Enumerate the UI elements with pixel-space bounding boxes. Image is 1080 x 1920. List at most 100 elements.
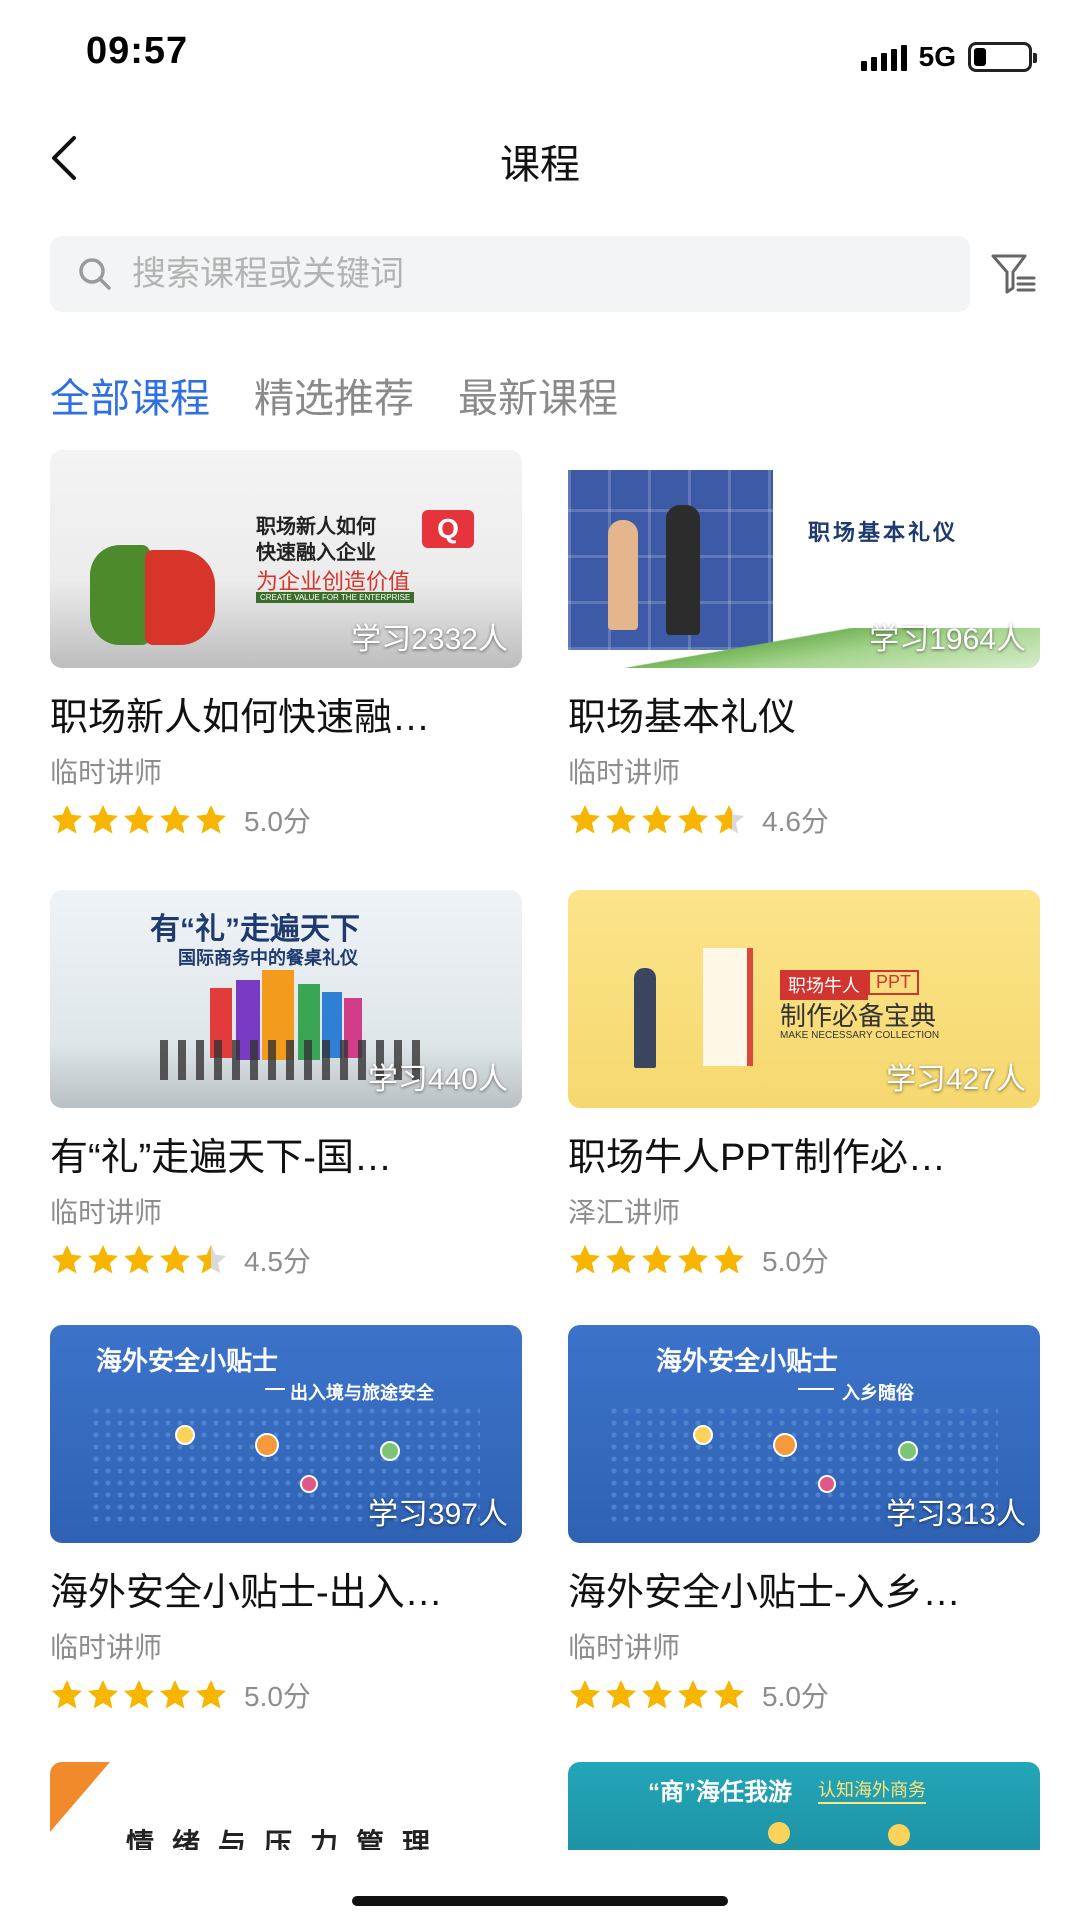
course-card[interactable]: 有“礼”走遍天下 国际商务中的餐桌礼仪 学习440人 有“礼”走遍天下-国… 临… [50,890,522,1277]
star-icon [124,805,154,834]
star-icon [714,1680,744,1709]
star-icon [606,805,636,834]
course-rating: 4.6分 [568,803,1040,837]
learner-count: 学习440人 [367,1063,508,1096]
course-teacher: 临时讲师 [568,1632,681,1663]
course-thumbnail: 职场新人如何 快速融入企业 为企业创造价值 CREATE VALUE FOR T… [50,450,522,668]
course-thumbnail: 海外安全小贴士 入乡随俗 学习313人 [568,1325,1040,1543]
course-thumbnail: “商”海任我游 认知海外商务 [568,1762,1040,1850]
thumb-text: 出入境与旅途安全 [290,1383,434,1403]
star-icon [52,805,82,834]
course-rating: 5.0分 [568,1678,1040,1712]
status-indicators: 5G [860,40,1037,74]
thumb-text: 海外安全小贴士 [96,1346,279,1376]
tab-all-courses[interactable]: 全部课程 [50,366,210,426]
course-card[interactable]: 海外安全小贴士 入乡随俗 学习313人 海外安全小贴士-入乡… 临时讲师 5.0… [568,1325,1040,1712]
star-icon [642,1245,672,1274]
tab-latest[interactable]: 最新课程 [458,366,618,426]
search-box[interactable] [50,236,970,312]
star-icon [570,1245,600,1274]
thumb-text: 快速融入企业 [256,542,376,564]
apple-image [145,550,215,645]
course-title: 职场基本礼仪 [568,697,797,739]
thumb-text: 入乡随俗 [842,1383,914,1403]
thumb-text: 职场新人如何 [256,516,376,538]
thumb-text: 国际商务中的餐桌礼仪 [178,948,358,968]
learner-count: 学习427人 [885,1063,1026,1096]
thumb-text: PPT [868,970,920,995]
star-icon [570,805,600,834]
course-card[interactable]: 职场新人如何 快速融入企业 为企业创造价值 CREATE VALUE FOR T… [50,450,522,837]
course-card-partial[interactable]: “商”海任我游 认知海外商务 [568,1762,1040,1850]
course-rating: 5.0分 [568,1243,1040,1277]
star-icon [88,1680,118,1709]
search-icon [76,255,114,293]
course-teacher: 泽汇讲师 [568,1197,681,1228]
learner-count: 学习397人 [367,1498,508,1531]
tab-featured[interactable]: 精选推荐 [254,366,414,426]
course-title: 职场新人如何快速融… [50,697,431,739]
person-image [634,968,656,1068]
course-title: 有“礼”走遍天下-国… [50,1137,392,1179]
course-thumbnail: 海外安全小贴士 出入境与旅途安全 学习397人 [50,1325,522,1543]
star-icon [678,1245,708,1274]
star-icon [160,1245,190,1274]
signal-icon [860,43,907,71]
star-icon [642,805,672,834]
network-type: 5G [918,41,956,72]
star-icon [606,1245,636,1274]
thumb-text: 有“礼”走遍天下 [150,913,360,946]
star-icon [714,1245,744,1274]
star-icon [196,805,226,834]
course-thumbnail: 职场牛人 PPT 制作必备宝典 MAKE NECESSARY COLLECTIO… [568,890,1040,1108]
book-image [703,948,753,1066]
star-icon [642,1680,672,1709]
thumb-text: 海外安全小贴士 [656,1346,839,1376]
course-teacher: 临时讲师 [50,1197,163,1228]
status-time: 09:57 [86,30,189,72]
pepper-image [90,545,150,645]
star-icon [124,1245,154,1274]
course-card[interactable]: 职场牛人 PPT 制作必备宝典 MAKE NECESSARY COLLECTIO… [568,890,1040,1277]
course-teacher: 临时讲师 [568,757,681,788]
filter-button[interactable] [988,248,1040,300]
battery-icon [968,42,1037,72]
thumb-text: “商”海任我游 [648,1779,792,1806]
person-image [666,505,700,635]
rating-score: 5.0分 [244,1681,311,1712]
course-rating: 5.0分 [50,1678,522,1712]
star-icon [160,1680,190,1709]
star-icon [88,805,118,834]
star-icon [714,805,744,834]
thumb-text: CREATE VALUE FOR THE ENTERPRISE [256,592,415,603]
course-rating: 4.5分 [50,1243,522,1277]
rating-score: 5.0分 [762,1246,829,1277]
filter-icon [991,254,1036,294]
learner-count: 学习2332人 [351,623,508,656]
star-icon [606,1680,636,1709]
course-teacher: 临时讲师 [50,1632,163,1663]
thumb-text: 职场基本礼仪 [808,520,959,545]
course-card[interactable]: 海外安全小贴士 出入境与旅途安全 学习397人 海外安全小贴士-出入… 临时讲师… [50,1325,522,1712]
status-bar: 09:57 5G [0,0,1080,110]
course-thumbnail: 职场基本礼仪 学习1964人 [568,450,1040,668]
search-input[interactable] [132,254,932,294]
course-card[interactable]: 职场基本礼仪 学习1964人 职场基本礼仪 临时讲师 4.6分 [568,450,1040,837]
thumb-text: MAKE NECESSARY COLLECTION [780,1030,940,1041]
home-indicator[interactable] [352,1896,728,1906]
thumb-text: 制作必备宝典 [780,1001,937,1031]
rating-score: 4.5分 [244,1246,311,1277]
course-rating: 5.0分 [50,803,522,837]
star-icon [196,1680,226,1709]
star-icon [88,1245,118,1274]
search-row [50,236,1040,312]
course-card-partial[interactable]: 情绪与压力管理 [50,1762,522,1850]
course-tabs: 全部课程 精选推荐 最新课程 [50,366,618,426]
star-icon [678,1680,708,1709]
course-teacher: 临时讲师 [50,757,163,788]
star-icon [678,805,708,834]
logo-badge: Q [422,510,474,548]
thumb-text: 认知海外商务 [818,1776,926,1804]
rating-score: 4.6分 [762,806,829,837]
star-icon [52,1680,82,1709]
